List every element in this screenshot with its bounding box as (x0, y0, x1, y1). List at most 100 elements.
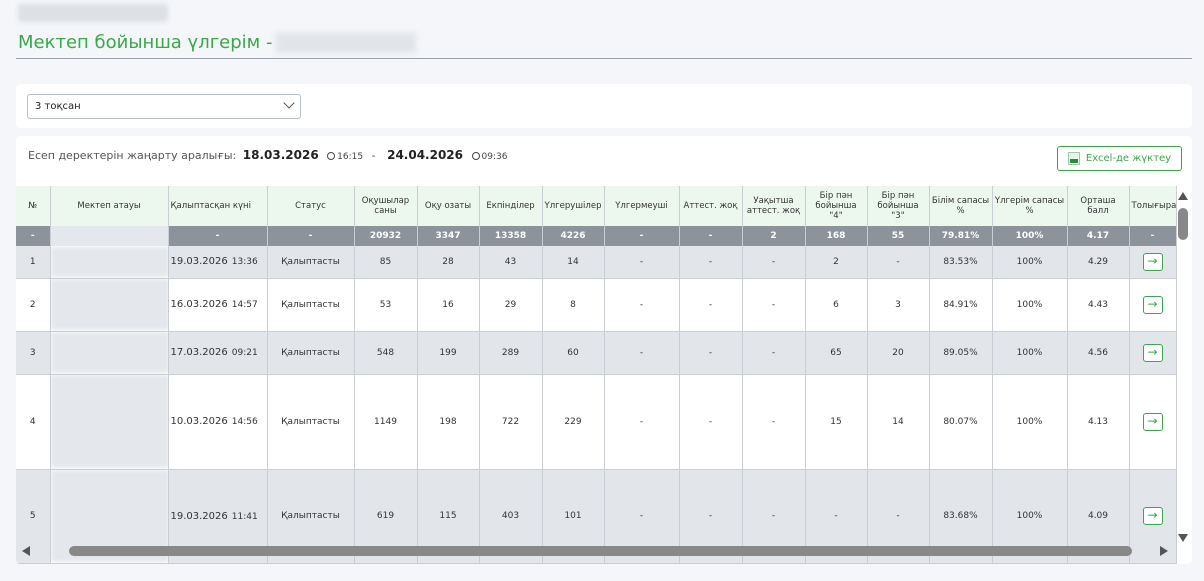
metric-cell: - (604, 278, 680, 332)
metric-cell: 16 (417, 278, 480, 332)
column-header: Үлгерушілер (542, 186, 605, 226)
report-from-date: 18.03.2026 (242, 148, 319, 162)
school-name-redacted (276, 33, 417, 53)
column-header: Оқушылар саны (354, 186, 418, 226)
metric-cell: 60 (542, 331, 605, 375)
scroll-up-icon[interactable] (1178, 192, 1188, 200)
arrow-right-icon[interactable]: → (1142, 295, 1163, 314)
school-name-cell (50, 331, 169, 375)
total-cell: 2 (742, 226, 806, 246)
horizontal-scrollbar[interactable] (22, 544, 1168, 558)
column-header: № (16, 186, 51, 226)
report-range: Есеп деректерін жаңарту аралығы: 18.03.2… (28, 148, 508, 162)
details-cell: → (1129, 278, 1177, 332)
table-row: 1 19.03.2026 13:36 Қалыптасты 85 28 43 14- - -2-8… (16, 246, 1177, 279)
metric-cell: 4.29 (1067, 246, 1130, 279)
metric-cell: 14 (542, 246, 605, 279)
metric-cell: 20 (867, 331, 930, 375)
vertical-scroll-thumb[interactable] (1178, 208, 1188, 240)
metric-cell: 100% (992, 331, 1068, 375)
status-cell: Қалыптасты (267, 331, 355, 375)
scroll-down-icon[interactable] (1178, 534, 1188, 542)
horizontal-scroll-thumb[interactable] (69, 546, 1132, 556)
details-cell: → (1129, 331, 1177, 375)
formed-date-cell: 10.03.2026 14:56 (168, 374, 268, 470)
metric-cell: 199 (417, 331, 480, 375)
status-cell: Қалыптасты (267, 278, 355, 332)
report-to-time: 09:36 (481, 152, 508, 162)
formed-date: 19.03.2026 (170, 510, 228, 522)
metric-cell: 65 (805, 331, 868, 375)
total-cell: 79.81% (929, 226, 993, 246)
row-number: 4 (16, 374, 51, 470)
formed-date: 17.03.2026 (170, 347, 228, 358)
metric-cell: 4.43 (1067, 278, 1130, 332)
arrow-right-icon[interactable]: → (1142, 507, 1163, 525)
metric-cell: 83.53% (929, 246, 993, 279)
metric-cell: 53 (354, 278, 418, 332)
formed-time: 11:41 (231, 511, 258, 522)
school-name-cell (50, 374, 169, 470)
metric-cell: - (742, 331, 806, 375)
chevron-down-icon (283, 97, 295, 109)
total-cell (50, 226, 169, 246)
total-cell: 4226 (542, 226, 605, 246)
metric-cell: 28 (417, 246, 480, 279)
metric-cell: - (742, 246, 806, 279)
column-header: Толығырақ (1129, 186, 1177, 226)
school-name-redacted (50, 375, 167, 468)
metric-cell: 4.56 (1067, 331, 1130, 375)
arrow-right-icon[interactable]: → (1142, 343, 1163, 362)
total-row: - - -20932 3347 13358 4226- -2 168 55 79.81% 100% 4… (16, 226, 1177, 246)
total-cell: 13358 (479, 226, 543, 246)
metric-cell: - (679, 278, 743, 332)
metric-cell: - (604, 374, 680, 470)
total-cell: - (679, 226, 743, 246)
details-cell: → (1129, 246, 1177, 279)
status-cell: Қалыптасты (267, 246, 355, 279)
table-row: 3 17.03.2026 09:21 Қалыптасты 548 199 289 60- - -… (16, 331, 1177, 375)
metric-cell: 229 (542, 374, 605, 470)
metric-cell: - (679, 374, 743, 470)
report-panel: Есеп деректерін жаңарту аралығы: 18.03.2… (16, 136, 1192, 564)
arrow-right-icon[interactable]: → (1142, 412, 1163, 431)
total-cell: 20932 (354, 226, 418, 246)
metric-cell: - (679, 331, 743, 375)
column-header: Орташа балл (1067, 186, 1130, 226)
clock-icon (471, 152, 480, 160)
metric-cell: - (742, 278, 806, 332)
metric-cell: - (742, 374, 806, 470)
column-header: Үлгерім сапасы % (992, 186, 1068, 226)
metric-cell: - (679, 246, 743, 279)
status-cell: Қалыптасты (267, 374, 355, 470)
total-cell: - (16, 226, 51, 246)
metric-cell: 85 (354, 246, 418, 279)
column-header: Аттест. жоқ (679, 186, 743, 226)
metric-cell: 100% (992, 374, 1068, 470)
excel-download-label: Excel-де жүктеу (1085, 153, 1172, 164)
column-header: Мектеп атауы (50, 186, 169, 226)
vertical-scrollbar[interactable] (1176, 192, 1190, 542)
total-cell: - (267, 226, 355, 246)
metric-cell: 100% (992, 246, 1068, 279)
school-name-redacted (50, 279, 167, 330)
scroll-right-icon[interactable] (1160, 546, 1168, 556)
quarter-select[interactable]: 3 тоқсан (27, 94, 301, 119)
metric-cell: 198 (417, 374, 480, 470)
metric-cell: 8 (542, 278, 605, 332)
arrow-right-icon[interactable]: → (1142, 252, 1163, 271)
formed-date-cell: 19.03.2026 13:36 (168, 246, 268, 279)
column-header: Үлгермеуші (604, 186, 680, 226)
row-number: 3 (16, 331, 51, 375)
metric-cell: 80.07% (929, 374, 993, 470)
metric-cell: 1149 (354, 374, 418, 470)
scroll-left-icon[interactable] (22, 546, 30, 556)
total-cell: 55 (867, 226, 930, 246)
excel-download-button[interactable]: Excel-де жүктеу (1057, 146, 1182, 171)
table-row: 2 16.03.2026 14:57 Қалыптасты 53 16 29 8- - -6 3 84… (16, 278, 1177, 332)
metric-cell: 89.05% (929, 331, 993, 375)
column-header: Статус (267, 186, 355, 226)
column-header: Уақытша аттест. жоқ (742, 186, 806, 226)
formed-time: 13:36 (231, 257, 258, 268)
total-cell: 3347 (417, 226, 480, 246)
